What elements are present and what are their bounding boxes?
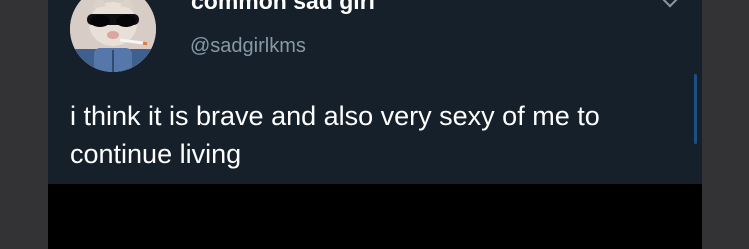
blank-media-area xyxy=(48,184,702,249)
scrollbar-thumb[interactable] xyxy=(694,74,697,144)
tweet-card: common sad girl @sadgirlkms i think it i… xyxy=(48,0,702,184)
cat-avatar-image xyxy=(70,0,156,72)
avatar[interactable] xyxy=(70,0,156,72)
user-handle[interactable]: @sadgirlkms xyxy=(190,34,306,58)
chevron-down-icon[interactable] xyxy=(661,0,679,8)
tweet-text: i think it is brave and also very sexy o… xyxy=(70,101,600,169)
display-name[interactable]: common sad girl xyxy=(191,0,375,13)
